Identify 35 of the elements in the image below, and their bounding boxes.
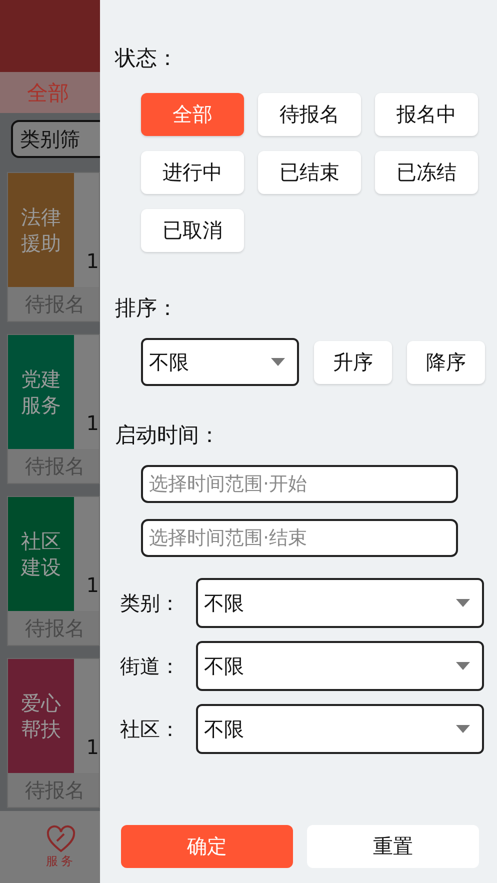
sort-button[interactable]: 降序: [407, 340, 485, 384]
activity-number: 1: [86, 573, 99, 597]
filter-label: 街道：: [120, 652, 181, 680]
status-label: 状态：: [115, 45, 179, 72]
status-option[interactable]: 报名中: [375, 93, 478, 136]
activity-number: 1: [86, 411, 99, 435]
dropdown-caret-icon: [456, 599, 470, 607]
category-filter-select[interactable]: 类别筛: [11, 120, 100, 158]
category-tag: 社区建设: [8, 497, 74, 611]
category-tag: 党建服务: [8, 335, 74, 449]
filter-select[interactable]: 不限: [196, 704, 484, 754]
filter-select[interactable]: 不限: [196, 578, 484, 628]
filter-label: 类别：: [120, 590, 181, 616]
category-tag: 爱心帮扶: [8, 659, 74, 773]
date-range-field[interactable]: 选择时间范围·结束: [141, 519, 458, 557]
date-range-field[interactable]: 选择时间范围·开始: [141, 465, 458, 503]
sort-select[interactable]: 不限: [141, 338, 299, 386]
heart-icon: [46, 824, 76, 852]
dropdown-caret-icon: [456, 662, 470, 670]
reset-button[interactable]: 重置: [307, 825, 479, 868]
start-time-label: 启动时间：: [115, 422, 221, 449]
status-option[interactable]: 待报名: [258, 93, 361, 136]
sort-button[interactable]: 升序: [314, 340, 392, 384]
activity-number: 1: [86, 249, 99, 273]
activity-number: 1: [86, 735, 99, 759]
sort-label: 排序：: [115, 295, 179, 322]
status-option[interactable]: 已冻结: [375, 151, 478, 194]
filter-label: 社区：: [120, 716, 181, 742]
dropdown-caret-icon: [271, 358, 285, 366]
dropdown-caret-icon: [456, 725, 470, 733]
filter-select[interactable]: 不限: [196, 641, 484, 691]
category-tag: 法律援助: [8, 173, 74, 287]
status-option[interactable]: 进行中: [141, 151, 244, 194]
status-option[interactable]: 已取消: [141, 209, 244, 252]
status-option[interactable]: 已结束: [258, 151, 361, 194]
